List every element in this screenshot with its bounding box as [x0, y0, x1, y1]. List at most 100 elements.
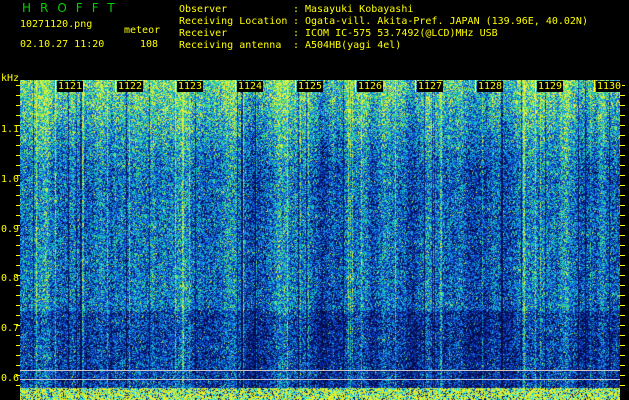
left-tick: [16, 325, 20, 326]
time-tick: [594, 80, 595, 92]
right-tick: [620, 135, 625, 136]
location-value: Ogata-vill. Akita-Pref. JAPAN (139.96E, …: [305, 16, 588, 27]
right-tick: [620, 255, 625, 256]
right-tick: [620, 215, 625, 216]
right-tick: [620, 265, 625, 266]
right-axis-ticks: [620, 80, 629, 400]
right-tick: [620, 325, 625, 326]
right-tick: [620, 195, 625, 196]
left-tick: [16, 155, 20, 156]
time-tick: [355, 80, 356, 92]
left-tick: [16, 85, 20, 86]
left-tick: [16, 385, 20, 386]
location-key: Receiving Location: [179, 16, 288, 27]
right-tick: [620, 155, 625, 156]
time-label-1127: 1127: [417, 81, 444, 92]
left-tick: [16, 225, 20, 226]
time-label-1124: 1124: [237, 81, 264, 92]
unit-label: kHz: [1, 73, 20, 84]
time-label-1126: 1126: [357, 81, 384, 92]
right-tick: [620, 235, 625, 236]
left-tick: [16, 185, 20, 186]
left-tick: [16, 275, 20, 276]
right-tick: [620, 355, 625, 356]
location-sep: :: [293, 16, 300, 27]
time-label-1125: 1125: [297, 81, 324, 92]
observer-value: Masayuki Kobayashi: [305, 4, 414, 15]
app-title: HROFFT: [22, 1, 124, 15]
time-tick: [175, 80, 176, 92]
left-tick: [16, 105, 20, 106]
receiver-value: ICOM IC-575 53.7492(@LCD)MHz USB: [305, 28, 498, 39]
left-tick: [16, 355, 20, 356]
right-tick: [620, 175, 625, 176]
antenna-value: A504HB(yagi 4el): [305, 40, 402, 51]
left-tick: [16, 285, 20, 286]
y-label-0.6: 0.6: [1, 373, 20, 384]
right-tick: [620, 335, 625, 336]
observer-key: Observer: [179, 4, 228, 15]
right-tick: [620, 185, 625, 186]
right-tick: [620, 245, 625, 246]
observer-sep: :: [293, 4, 300, 15]
left-tick: [16, 375, 20, 376]
time-tick: [295, 80, 296, 92]
time-label-1123: 1123: [177, 81, 204, 92]
left-tick: [16, 165, 20, 166]
y-label-1.1: 1.1: [1, 124, 20, 135]
right-tick: [620, 225, 625, 226]
right-tick: [620, 285, 625, 286]
right-tick: [620, 145, 625, 146]
left-tick: [16, 145, 20, 146]
right-tick: [620, 125, 625, 126]
left-tick: [16, 235, 20, 236]
baseline-marker-upper: [20, 370, 620, 371]
time-tick: [235, 80, 236, 92]
right-tick: [620, 95, 625, 96]
left-tick: [16, 115, 20, 116]
baseline-marker-lower: [20, 379, 620, 380]
time-label-1121: 1121: [57, 81, 84, 92]
time-tick: [55, 80, 56, 92]
left-tick: [16, 95, 20, 96]
time-label-1130: 1130: [596, 81, 623, 92]
antenna-sep: :: [293, 40, 300, 51]
time-tick: [475, 80, 476, 92]
y-label-1.0: 1.0: [1, 174, 20, 185]
y-label-0.8: 0.8: [1, 273, 20, 284]
left-tick: [16, 255, 20, 256]
right-tick: [620, 305, 625, 306]
left-tick: [16, 175, 20, 176]
left-tick: [16, 195, 20, 196]
right-tick: [620, 365, 625, 366]
right-tick: [620, 315, 625, 316]
time-tick: [415, 80, 416, 92]
left-tick: [16, 295, 20, 296]
receiver-key: Receiver: [179, 28, 228, 39]
meteor-label: meteor: [124, 25, 161, 36]
right-tick: [620, 115, 625, 116]
left-tick: [16, 365, 20, 366]
right-tick: [620, 275, 625, 276]
right-tick: [620, 345, 625, 346]
spectrogram: [20, 80, 620, 400]
left-tick: [16, 335, 20, 336]
right-tick: [620, 105, 625, 106]
antenna-key: Receiving antenna: [179, 40, 282, 51]
left-tick: [16, 345, 20, 346]
datetime-label: 02.10.27 11:20: [20, 39, 105, 50]
left-tick: [16, 215, 20, 216]
left-tick: [16, 125, 20, 126]
y-label-0.9: 0.9: [1, 224, 20, 235]
time-tick: [535, 80, 536, 92]
left-tick: [16, 245, 20, 246]
left-tick: [16, 205, 20, 206]
time-label-1128: 1128: [477, 81, 504, 92]
y-label-0.7: 0.7: [1, 323, 20, 334]
time-tick: [115, 80, 116, 92]
spectrogram-canvas: [20, 80, 620, 400]
right-tick: [620, 385, 625, 386]
receiver-sep: :: [293, 28, 300, 39]
left-tick: [16, 135, 20, 136]
left-tick: [16, 305, 20, 306]
